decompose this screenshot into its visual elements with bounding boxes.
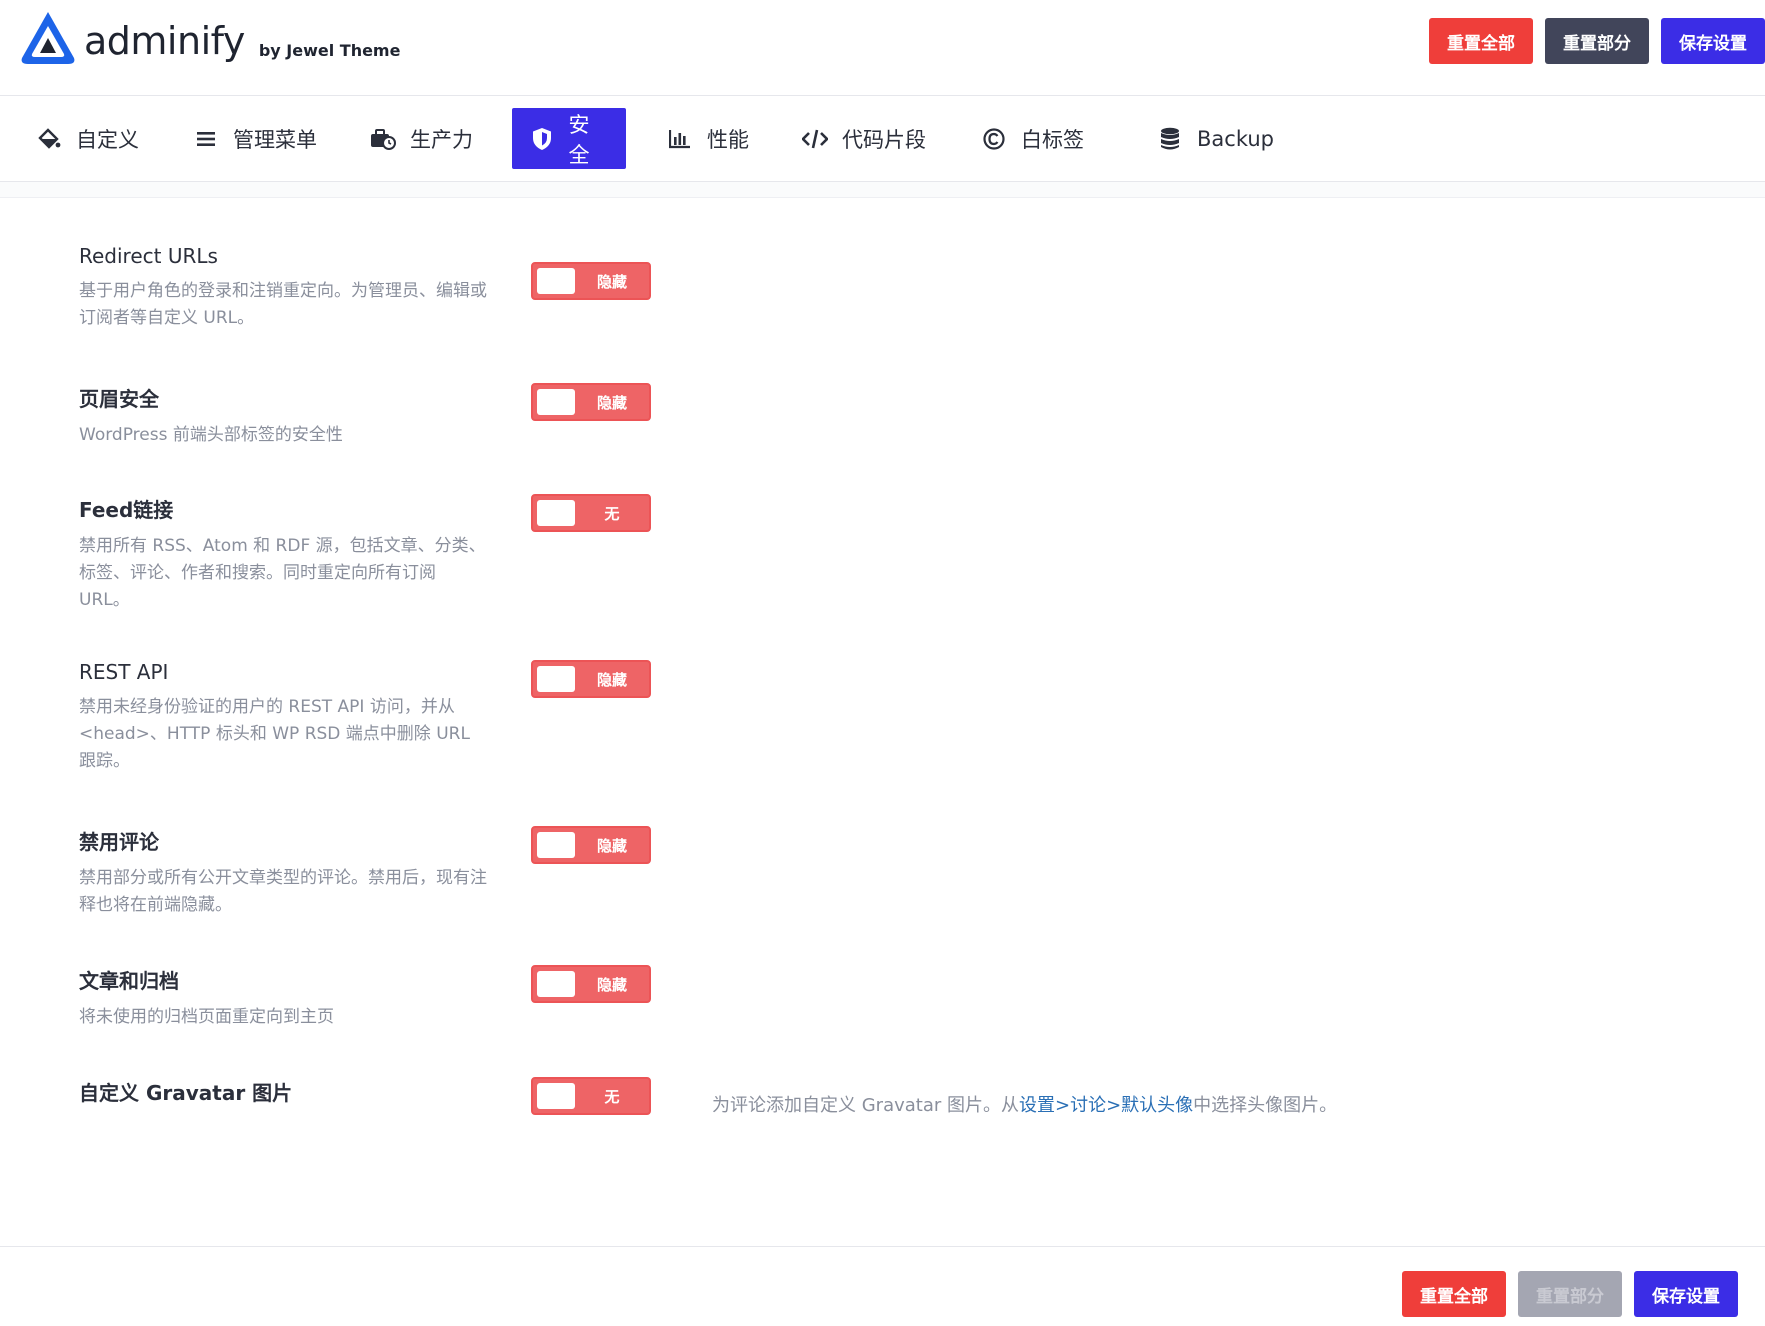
disable-comments-toggle[interactable]: 隐藏 [531,826,651,864]
setting-disable-comments: 禁用评论 禁用部分或所有公开文章类型的评论。禁用后，现有注释也将在前端隐藏。 隐… [79,826,1679,919]
toggle-knob [537,971,575,997]
tab-security[interactable]: 安全 [512,108,626,169]
toggle-label: 隐藏 [596,975,627,994]
setting-header-security: 页眉安全 WordPress 前端头部标签的安全性 隐藏 [79,383,1679,449]
brand-byline: by Jewel Theme [258,41,401,60]
setting-feed-links: Feed链接 禁用所有 RSS、Atom 和 RDF 源，包括文章、分类、标签、… [79,494,1679,614]
briefcase-clock-icon [370,126,396,152]
toggle-label: 隐藏 [596,272,627,291]
toggle-knob [537,832,575,858]
tab-label: 生产力 [410,127,473,152]
reset-section-button[interactable]: 重置部分 [1545,18,1649,64]
adminify-logo-icon [21,12,75,64]
tab-admin-menu[interactable]: 管理菜单 [175,108,335,169]
footer-save-button[interactable]: 保存设置 [1634,1271,1738,1317]
tab-label: 代码片段 [842,127,926,152]
tab-label: 安全 [568,112,590,167]
top-actions: 重置全部 重置部分 保存设置 [1417,18,1765,64]
menu-lines-icon [193,126,219,152]
tab-code-snippets[interactable]: 代码片段 [784,108,944,169]
setting-description: 基于用户角色的登录和注销重定向。为管理员、编辑或订阅者等自定义 URL。 [79,281,487,328]
database-icon [1157,126,1183,152]
help-prefix: 为评论添加自定义 Gravatar 图片。从 [712,1095,1019,1116]
toggle-knob [537,500,575,526]
rest-api-toggle[interactable]: 隐藏 [531,660,651,698]
tab-white-label[interactable]: 白标签 [963,108,1102,169]
feed-links-toggle[interactable]: 无 [531,494,651,532]
setting-description: WordPress 前端头部标签的安全性 [79,425,343,445]
setting-title: Redirect URLs [79,244,218,268]
shield-icon [530,126,554,152]
setting-description: 禁用未经身份验证的用户的 REST API 访问，并从 <head>、HTTP … [79,697,470,771]
tab-label: 管理菜单 [233,127,317,152]
setting-posts-archives: 文章和归档 将未使用的归档页面重定向到主页 隐藏 [79,965,1679,1031]
tab-label: 自定义 [76,127,139,152]
posts-archives-toggle[interactable]: 隐藏 [531,965,651,1003]
footer-bar: 重置全部 重置部分 保存设置 [0,1246,1765,1326]
toggle-label: 无 [604,1087,620,1106]
toggle-label: 无 [604,504,620,523]
reset-all-button[interactable]: 重置全部 [1429,18,1533,64]
setting-description: 禁用部分或所有公开文章类型的评论。禁用后，现有注释也将在前端隐藏。 [79,868,487,915]
copyright-icon [981,126,1007,152]
save-button[interactable]: 保存设置 [1661,18,1765,64]
tab-label: Backup [1197,126,1274,151]
tab-divider [0,182,1765,198]
tab-bar: 自定义 管理菜单 生产力 安全 性能 代码片段 白标签 Backup [0,96,1765,182]
toggle-knob [537,389,575,415]
paint-bucket-icon [36,126,62,152]
discussion-settings-link[interactable]: 设置>讨论>默认头像 [1019,1095,1193,1116]
brand-name: adminify [84,19,245,63]
tab-performance[interactable]: 性能 [649,108,767,169]
setting-description: 将未使用的归档页面重定向到主页 [79,1007,334,1027]
tab-label: 白标签 [1021,127,1084,152]
setting-title: 禁用评论 [79,830,159,854]
tab-customize[interactable]: 自定义 [18,108,157,169]
header-security-toggle[interactable]: 隐藏 [531,383,651,421]
tab-backup[interactable]: Backup [1139,108,1292,169]
setting-description: 禁用所有 RSS、Atom 和 RDF 源，包括文章、分类、标签、评论、作者和搜… [79,536,486,610]
bar-chart-icon [667,126,693,152]
setting-rest-api: REST API 禁用未经身份验证的用户的 REST API 访问，并从 <he… [79,660,1679,775]
setting-title: 文章和归档 [79,969,179,993]
setting-title: Feed链接 [79,498,174,522]
footer-reset-section-button[interactable]: 重置部分 [1518,1271,1622,1317]
code-icon [802,126,828,152]
setting-title: REST API [79,660,169,684]
custom-gravatar-toggle[interactable]: 无 [531,1077,651,1115]
toggle-label: 隐藏 [596,393,627,412]
setting-redirect-urls: Redirect URLs 基于用户角色的登录和注销重定向。为管理员、编辑或订阅… [79,244,1679,332]
setting-title: 页眉安全 [79,387,159,411]
help-suffix: 中选择头像图片。 [1193,1095,1338,1116]
tab-label: 性能 [707,127,749,152]
top-header: adminify by Jewel Theme 重置全部 重置部分 保存设置 [0,0,1765,96]
tab-productivity[interactable]: 生产力 [352,108,491,169]
toggle-label: 隐藏 [596,670,627,689]
redirect-urls-toggle[interactable]: 隐藏 [531,262,651,300]
footer-reset-all-button[interactable]: 重置全部 [1402,1271,1506,1317]
setting-custom-gravatar: 自定义 Gravatar 图片 无 为评论添加自定义 Gravatar 图片。从… [79,1077,1679,1116]
toggle-label: 隐藏 [596,836,627,855]
footer-actions: 重置全部 重置部分 保存设置 [1390,1271,1738,1317]
toggle-knob [537,666,575,692]
gravatar-help-text: 为评论添加自定义 Gravatar 图片。从设置>讨论>默认头像中选择头像图片。 [712,1091,1337,1117]
toggle-knob [537,268,575,294]
toggle-knob [537,1083,575,1109]
brand: adminify by Jewel Theme [18,10,400,66]
